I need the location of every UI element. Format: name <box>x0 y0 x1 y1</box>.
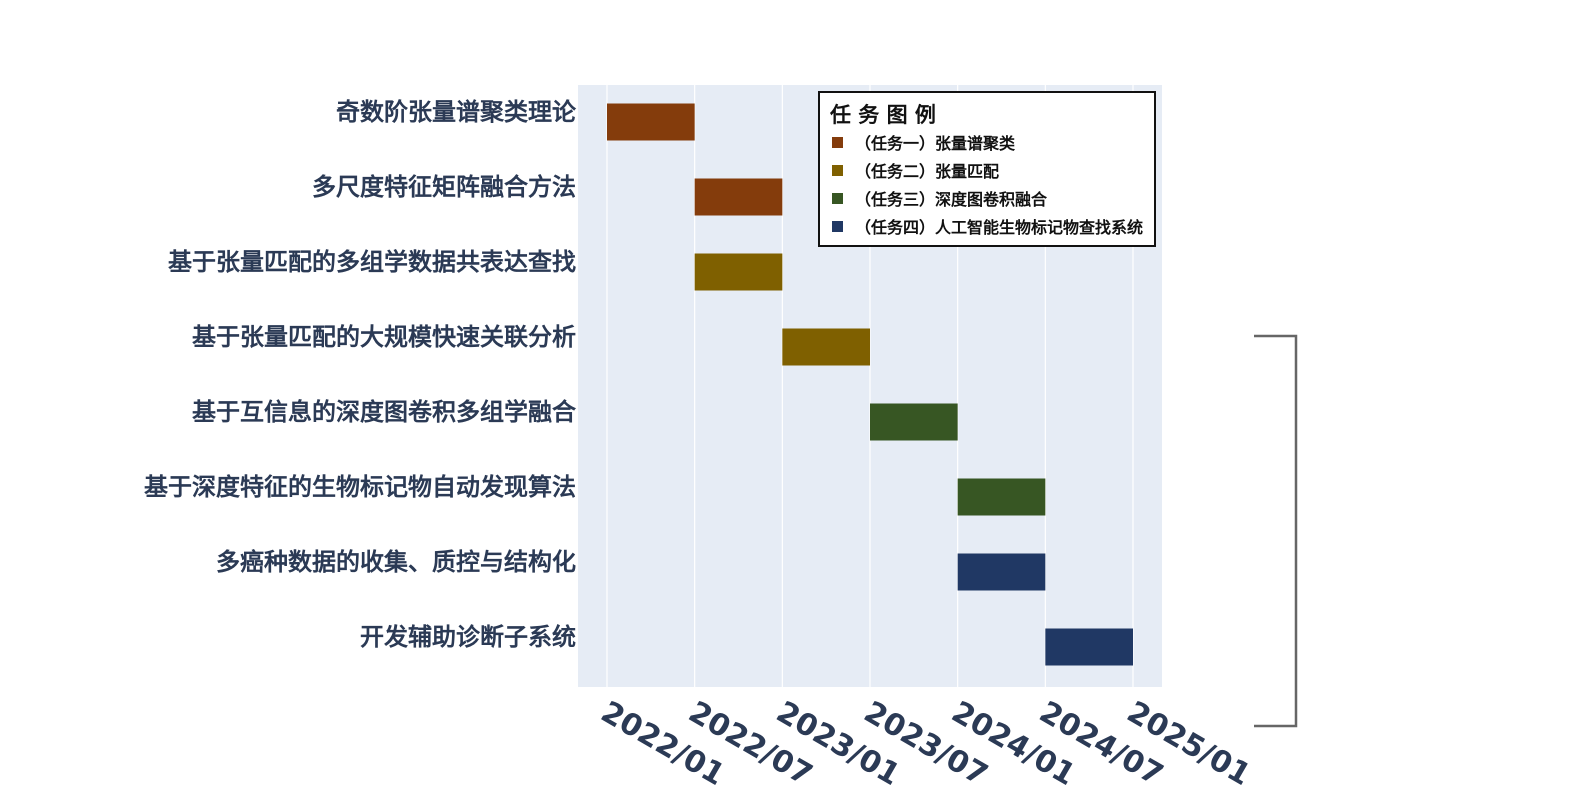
task-label: 基于张量匹配的大规模快速关联分析 <box>192 323 576 351</box>
legend-item-label: （任务二）张量匹配 <box>855 162 999 181</box>
legend-item-label: （任务四）人工智能生物标记物查找系统 <box>855 218 1143 237</box>
task-label: 基于深度特征的生物标记物自动发现算法 <box>144 473 576 501</box>
task-label: 多癌种数据的收集、质控与结构化 <box>216 548 576 576</box>
task-bar <box>1045 628 1133 666</box>
legend: 任 务 图 例 （任务一）张量谱聚类 （任务二）张量匹配 （任务三）深度图卷积融合 （… <box>818 91 1156 247</box>
task-bar <box>694 178 783 216</box>
task-bar <box>782 328 870 366</box>
task-bar <box>957 478 1046 516</box>
task-label: 开发辅助诊断子系统 <box>360 623 576 651</box>
task-bar <box>694 253 783 291</box>
legend-item-label: （任务三）深度图卷积融合 <box>855 190 1048 209</box>
task-label: 多尺度特征矩阵融合方法 <box>312 173 576 201</box>
task-bar <box>607 103 695 141</box>
task-bar <box>957 553 1046 591</box>
legend-swatch <box>832 137 843 148</box>
legend-swatch <box>832 221 843 232</box>
legend-title: 任 务 图 例 <box>829 103 936 127</box>
task-label: 基于互信息的深度图卷积多组学融合 <box>192 398 577 426</box>
legend-item-label: （任务一）张量谱聚类 <box>855 134 1016 153</box>
gantt-chart: 奇数阶张量谱聚类理论多尺度特征矩阵融合方法基于张量匹配的多组学数据共表达查找基于… <box>0 0 1578 794</box>
legend-swatch <box>832 165 843 176</box>
legend-swatch <box>832 193 843 204</box>
task-bar <box>870 403 958 441</box>
task-label: 基于张量匹配的多组学数据共表达查找 <box>168 248 576 276</box>
task-label: 奇数阶张量谱聚类理论 <box>336 98 577 126</box>
